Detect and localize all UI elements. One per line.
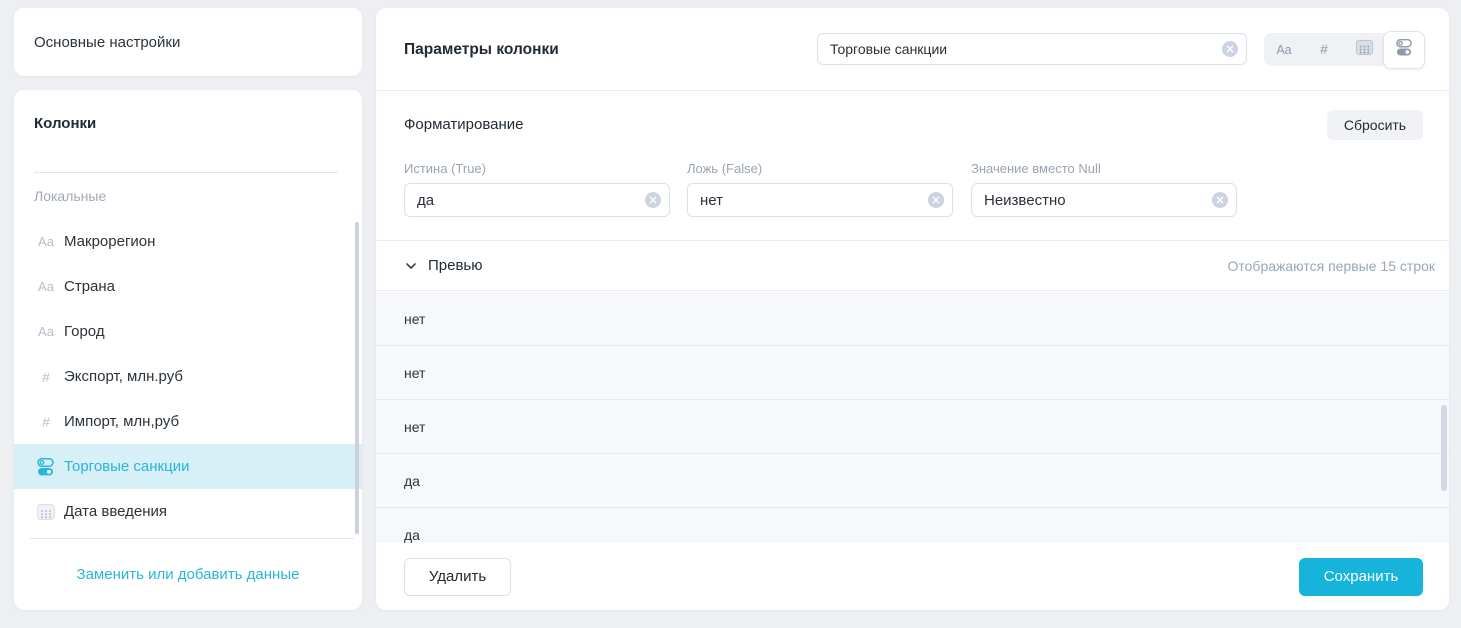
text-type-icon: Aa (1276, 43, 1291, 57)
formatting-section-title: Форматирование (404, 116, 524, 133)
column-item-label: Страна (64, 278, 115, 295)
preview-cell: да (404, 527, 420, 543)
column-parameters-panel: Параметры колонки Aa # (376, 8, 1449, 610)
clear-icon[interactable] (1222, 41, 1238, 57)
column-item-label: Импорт, млн,руб (64, 413, 179, 430)
false-value-field: Ложь (False) (687, 161, 953, 217)
clear-icon[interactable] (928, 192, 944, 208)
null-value-label: Значение вместо Null (971, 161, 1237, 176)
text-type-icon: Aa (34, 234, 58, 249)
replace-or-add-data-link[interactable]: Заменить или добавить данные (14, 538, 362, 610)
true-value-field: Истина (True) (404, 161, 670, 217)
column-item-macroregion[interactable]: Aa Макрорегион (14, 219, 362, 264)
preview-cell: нет (404, 365, 425, 381)
null-value-field: Значение вместо Null (971, 161, 1237, 217)
columns-title: Колонки (34, 115, 96, 132)
text-type-icon: Aa (34, 279, 58, 294)
preview-row: нет (376, 400, 1449, 454)
preview-cell: да (404, 473, 420, 489)
sidebar-scrollbar[interactable] (355, 222, 359, 534)
reset-button[interactable]: Сбросить (1327, 110, 1423, 140)
panel-header: Параметры колонки Aa # (376, 8, 1449, 91)
column-item-label: Дата введения (64, 503, 167, 520)
panel-footer: Удалить Сохранить (376, 543, 1449, 610)
true-value-label: Истина (True) (404, 161, 670, 176)
clear-icon[interactable] (1212, 192, 1228, 208)
save-button[interactable]: Сохранить (1299, 558, 1423, 596)
boolean-type-icon (1395, 38, 1414, 62)
column-item-label: Город (64, 323, 105, 340)
column-item-label: Экспорт, млн.руб (64, 368, 183, 385)
clear-icon[interactable] (645, 192, 661, 208)
true-value-input[interactable] (404, 183, 670, 217)
number-type-icon: # (34, 414, 58, 430)
preview-row: нет (376, 292, 1449, 346)
number-type-icon: # (1320, 42, 1328, 57)
column-name-field-wrap (817, 33, 1247, 65)
preview-row: да (376, 454, 1449, 508)
column-name-input[interactable] (817, 33, 1247, 65)
columns-card: Колонки Локальные Aa Макрорегион Aa Стра… (14, 90, 362, 610)
preview-row: нет (376, 346, 1449, 400)
text-type-icon: Aa (34, 324, 58, 339)
false-value-input[interactable] (687, 183, 953, 217)
main-settings-card[interactable]: Основные настройки (14, 8, 362, 76)
preview-section-header: Превью Отображаются первые 15 строк (376, 240, 1449, 291)
column-item-country[interactable]: Aa Страна (14, 264, 362, 309)
null-value-input[interactable] (971, 183, 1237, 217)
panel-title: Параметры колонки (404, 41, 559, 59)
preview-rows: нет нет нет да да (376, 292, 1449, 543)
calendar-icon (34, 502, 58, 522)
type-button-date[interactable] (1344, 33, 1384, 66)
number-type-icon: # (34, 369, 58, 385)
main-settings-title: Основные настройки (34, 34, 180, 51)
calendar-icon (1355, 38, 1374, 62)
delete-button[interactable]: Удалить (404, 558, 511, 596)
type-button-boolean[interactable] (1383, 31, 1425, 69)
column-item-date-introduced[interactable]: Дата введения (14, 489, 362, 534)
preview-row: да (376, 508, 1449, 543)
column-item-trade-sanctions[interactable]: Торговые санкции (14, 444, 362, 489)
column-item-import[interactable]: # Импорт, млн,руб (14, 399, 362, 444)
false-value-label: Ложь (False) (687, 161, 953, 176)
preview-title: Превью (428, 257, 483, 274)
column-item-label: Торговые санкции (64, 458, 189, 475)
preview-scrollbar[interactable] (1441, 405, 1447, 491)
column-type-switcher: Aa # (1264, 33, 1424, 66)
preview-rows-note: Отображаются первые 15 строк (1228, 258, 1436, 274)
type-button-number[interactable]: # (1304, 33, 1344, 66)
boolean-type-icon (34, 457, 58, 477)
column-item-city[interactable]: Aa Город (14, 309, 362, 354)
chevron-down-icon[interactable] (404, 259, 418, 273)
columns-list: Aa Макрорегион Aa Страна Aa Город # Эксп… (14, 219, 362, 534)
type-button-text[interactable]: Aa (1264, 33, 1304, 66)
divider (34, 172, 338, 173)
preview-cell: нет (404, 419, 425, 435)
columns-group-label: Локальные (34, 188, 106, 204)
preview-cell: нет (404, 311, 425, 327)
column-item-export[interactable]: # Экспорт, млн.руб (14, 354, 362, 399)
column-item-label: Макрорегион (64, 233, 155, 250)
